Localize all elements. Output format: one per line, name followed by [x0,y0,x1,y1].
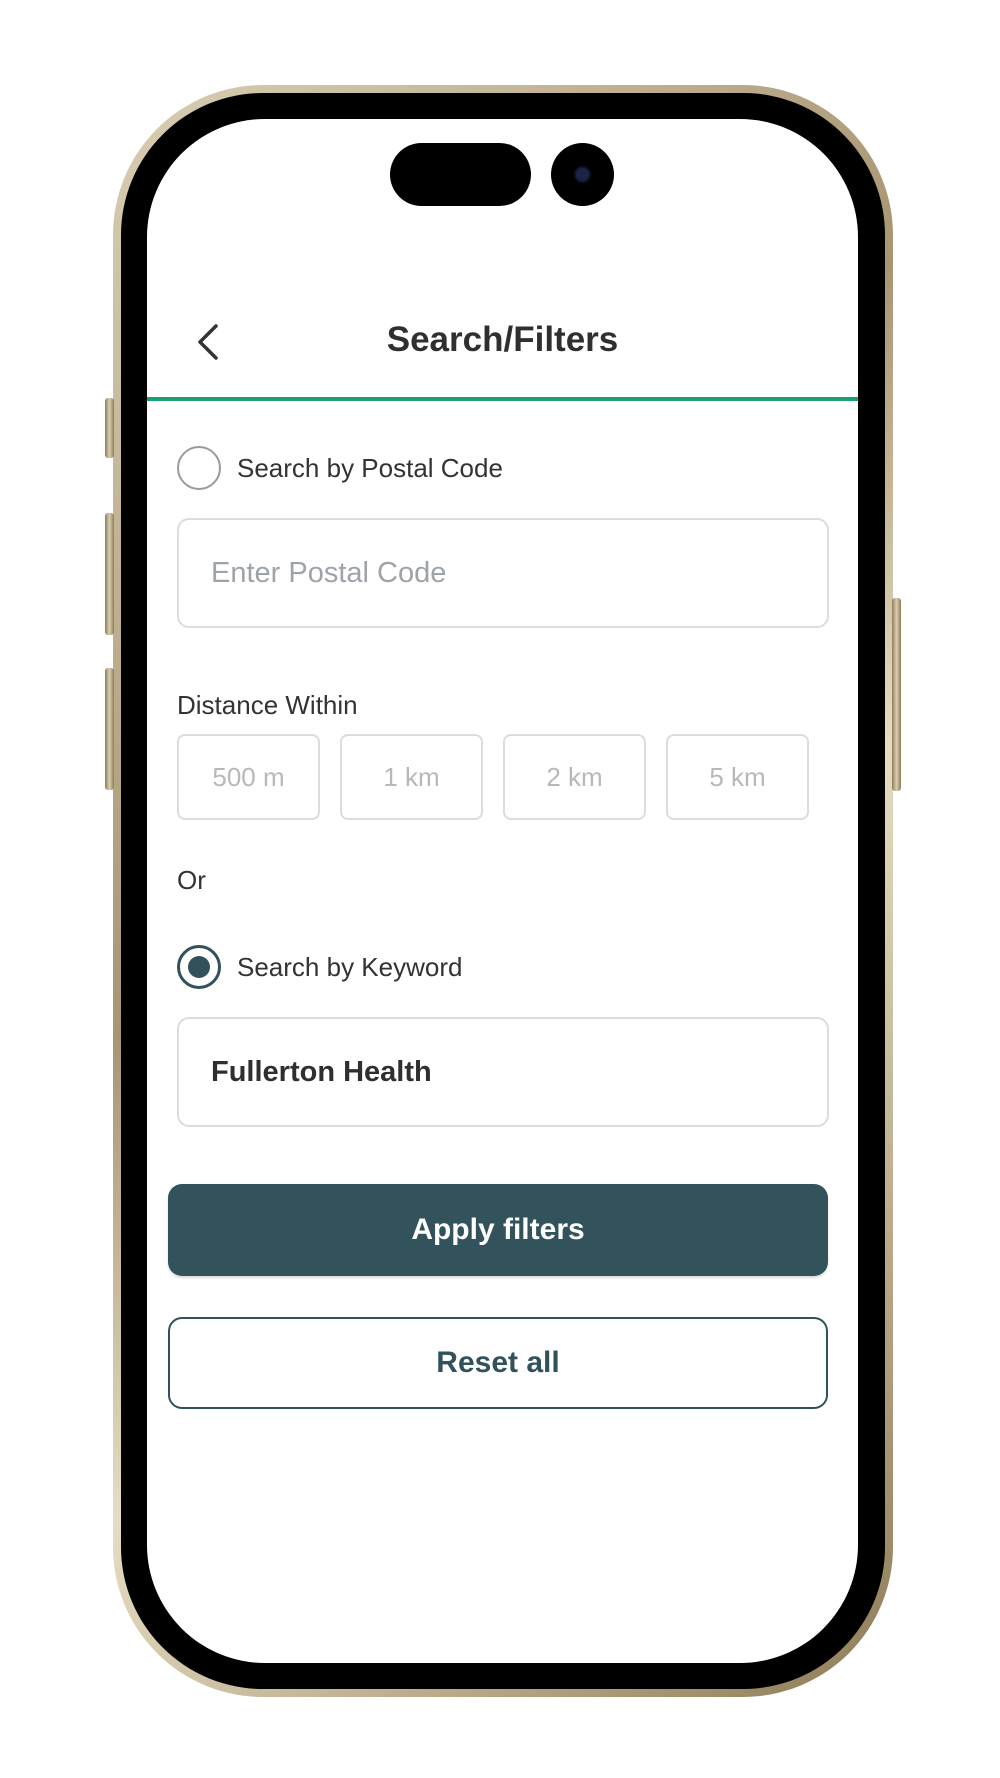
phone-volume-down-button [105,668,114,790]
front-camera [551,143,614,206]
or-separator: Or [177,865,206,895]
postal-code-input[interactable] [177,518,829,628]
keyword-radio[interactable] [177,945,221,989]
phone-power-button [892,598,901,791]
distance-option-2km[interactable]: 2 km [503,734,646,820]
postal-code-radio-label: Search by Postal Code [237,453,503,483]
postal-code-radio[interactable] [177,446,221,490]
back-button[interactable] [190,318,230,366]
phone-volume-up-button [105,513,114,635]
chevron-left-icon [198,324,218,360]
dynamic-island [390,143,531,206]
phone-action-button [105,398,114,458]
keyword-input[interactable] [177,1017,829,1127]
header-divider [147,397,858,401]
keyword-radio-label: Search by Keyword [237,952,463,982]
distance-label: Distance Within [177,690,358,720]
distance-option-5km[interactable]: 5 km [666,734,809,820]
apply-filters-button[interactable]: Apply filters [168,1184,828,1276]
distance-option-500m[interactable]: 500 m [177,734,320,820]
page-title: Search/Filters [386,320,619,359]
reset-all-button[interactable]: Reset all [168,1317,828,1409]
distance-option-1km[interactable]: 1 km [340,734,483,820]
